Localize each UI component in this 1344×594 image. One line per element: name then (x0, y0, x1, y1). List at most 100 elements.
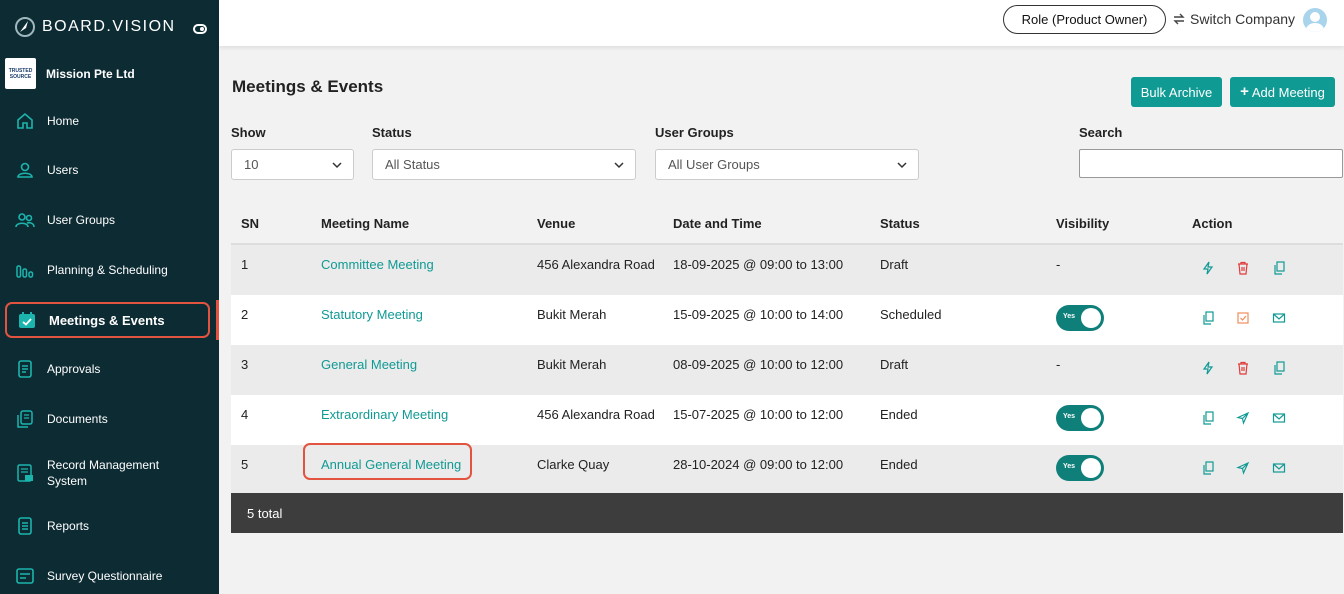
trash-icon[interactable] (1235, 360, 1251, 376)
row-sn: 2 (241, 307, 249, 322)
column-header-action: Action (1192, 216, 1233, 231)
sidebar-item-planning[interactable]: Planning & Scheduling (5, 252, 210, 288)
sidebar-item-survey[interactable]: Survey Questionnaire (5, 558, 210, 594)
topbar: Role (Product Owner) Switch Company (219, 0, 1344, 46)
table-row: 3 General Meeting Bukit Merah 08-09-2025… (231, 345, 1343, 395)
users-icon (15, 210, 35, 230)
row-sn: 1 (241, 257, 249, 272)
column-header-status[interactable]: Status (880, 216, 920, 231)
meetings-table: SN Meeting Name Venue Date and Time Stat… (231, 202, 1343, 495)
table-footer: 5 total (231, 493, 1343, 533)
column-header-date-time[interactable]: Date and Time (673, 216, 762, 231)
company-name: Mission Pte Ltd (46, 66, 135, 81)
visibility-toggle[interactable]: Yes (1056, 305, 1104, 331)
survey-icon (15, 566, 35, 586)
visibility-toggle[interactable]: Yes (1056, 455, 1104, 481)
show-label: Show (231, 125, 266, 140)
switch-icon (1173, 13, 1185, 25)
row-visibility: - (1056, 257, 1061, 272)
copy-icon[interactable] (1271, 360, 1287, 376)
mail-icon[interactable] (1271, 310, 1287, 326)
row-status: Ended (880, 457, 918, 472)
row-venue: Bukit Merah (537, 307, 607, 322)
row-status: Ended (880, 407, 918, 422)
brand-name: BOARD.VISION (42, 18, 176, 35)
table-row: 5 Annual General Meeting Clarke Quay 28-… (231, 445, 1343, 495)
user-icon (15, 160, 35, 180)
add-meeting-button[interactable]: + Add Meeting (1230, 77, 1335, 107)
home-icon (15, 111, 35, 131)
documents-icon (15, 409, 35, 429)
search-input[interactable] (1079, 149, 1343, 178)
row-venue: Bukit Merah (537, 357, 607, 372)
sidebar-item-approvals[interactable]: Approvals (5, 351, 210, 387)
sidebar-item-user-groups[interactable]: User Groups (5, 202, 210, 238)
report-icon (15, 516, 35, 536)
sidebar-item-record-management[interactable]: Record Management System (5, 451, 210, 495)
row-sn: 3 (241, 357, 249, 372)
meeting-name-link[interactable]: Extraordinary Meeting (321, 407, 448, 422)
row-venue: Clarke Quay (537, 457, 610, 472)
sidebar-item-home[interactable]: Home (5, 103, 210, 139)
bolt-icon[interactable] (1200, 360, 1216, 376)
copy-icon[interactable] (1200, 410, 1216, 426)
bulk-archive-button[interactable]: Bulk Archive (1131, 77, 1222, 107)
user-groups-select[interactable]: All User Groups (655, 149, 919, 180)
meeting-name-link[interactable]: Statutory Meeting (321, 307, 423, 322)
search-label: Search (1079, 125, 1123, 140)
table-header: SN Meeting Name Venue Date and Time Stat… (231, 202, 1343, 245)
mail-icon[interactable] (1271, 410, 1287, 426)
row-venue: 456 Alexandra Road (537, 407, 655, 422)
meeting-name-link[interactable]: Committee Meeting (321, 257, 434, 272)
record-icon (15, 463, 35, 483)
calendar-check-icon (17, 310, 37, 330)
copy-icon[interactable] (1200, 310, 1216, 326)
copy-icon[interactable] (1271, 260, 1287, 276)
chevron-down-icon (614, 162, 624, 169)
row-datetime: 15-09-2025 @ 10:00 to 14:00 (673, 307, 844, 322)
visibility-toggle[interactable]: Yes (1056, 405, 1104, 431)
company-switcher[interactable]: TRUSTED SOURCE Mission Pte Ltd (5, 58, 135, 89)
status-label: Status (372, 125, 412, 140)
trash-icon[interactable] (1235, 260, 1251, 276)
show-select[interactable]: 10 (231, 149, 354, 180)
send-icon[interactable] (1235, 460, 1251, 476)
row-datetime: 18-09-2025 @ 09:00 to 13:00 (673, 257, 844, 272)
meeting-name-link[interactable]: Annual General Meeting (321, 457, 461, 472)
page-title: Meetings & Events (232, 77, 384, 96)
sidebar-item-documents[interactable]: Documents (5, 401, 210, 437)
column-header-meeting-name[interactable]: Meeting Name (321, 216, 409, 231)
row-status: Draft (880, 257, 909, 272)
column-header-venue[interactable]: Venue (537, 216, 575, 231)
role-button[interactable]: Role (Product Owner) (1003, 5, 1166, 34)
chart-icon (15, 260, 35, 280)
bolt-icon[interactable] (1200, 260, 1216, 276)
column-header-sn: SN (241, 216, 260, 231)
meeting-name-link[interactable]: General Meeting (321, 357, 417, 372)
copy-icon[interactable] (1200, 460, 1216, 476)
active-indicator (216, 300, 219, 340)
document-icon (15, 359, 35, 379)
row-sn: 5 (241, 457, 249, 472)
sidebar-item-users[interactable]: Users (5, 152, 210, 188)
logo-icon (15, 17, 35, 37)
row-datetime: 28-10-2024 @ 09:00 to 12:00 (673, 457, 844, 472)
sidebar-item-reports[interactable]: Reports (5, 508, 210, 544)
chevron-down-icon (897, 162, 907, 169)
avatar[interactable] (1303, 8, 1327, 32)
company-logo: TRUSTED SOURCE (5, 58, 36, 89)
switch-company-button[interactable]: Switch Company (1172, 11, 1295, 27)
sidebar-toggle-icon[interactable] (193, 24, 207, 34)
row-visibility: - (1056, 357, 1061, 372)
send-icon[interactable] (1235, 410, 1251, 426)
status-select[interactable]: All Status (372, 149, 636, 180)
brand[interactable]: BOARD.VISION (14, 16, 176, 38)
sidebar-item-meetings[interactable]: Meetings & Events (5, 302, 210, 338)
edit-check-icon[interactable] (1235, 310, 1251, 326)
sidebar: BOARD.VISION TRUSTED SOURCE Mission Pte L… (0, 0, 219, 594)
chevron-down-icon (332, 162, 342, 169)
plus-icon: + (1240, 83, 1249, 100)
row-status: Scheduled (880, 307, 942, 322)
row-status: Draft (880, 357, 909, 372)
mail-icon[interactable] (1271, 460, 1287, 476)
